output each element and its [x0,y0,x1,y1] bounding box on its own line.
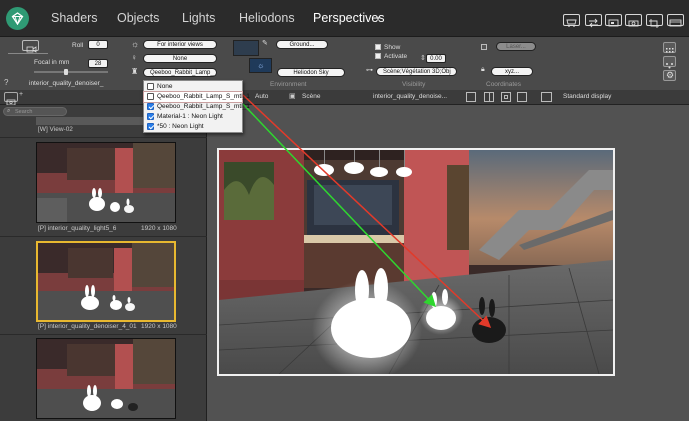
menu-item-checkbox[interactable] [147,93,154,100]
menu-item-label: Material-1 : Neon Light [157,113,223,120]
menu-item-checkbox[interactable] [147,83,154,90]
menu-item-neon-light-50[interactable]: *50 : Neon Light [144,122,242,132]
menu-item-none[interactable]: None [144,82,242,92]
menu-item-checkbox-checked[interactable] [147,103,154,110]
menu-item-checkbox-checked[interactable] [147,113,154,120]
menu-item-label: Qeeboo_Rabbit_Lamp_S_mtl_1 [157,93,250,100]
menu-item-checkbox-checked[interactable] [147,123,154,130]
annotation-arrows [242,94,492,329]
menu-item-rabbit-lamp-2[interactable]: Qeeboo_Rabbit_Lamp_S_mtl_1 [144,102,250,112]
menu-item-neon-light-1[interactable]: Material-1 : Neon Light [144,112,242,122]
menu-item-label: *50 : Neon Light [157,123,204,130]
menu-item-rabbit-lamp-1[interactable]: Qeeboo_Rabbit_Lamp_S_mtl_1 [143,91,250,103]
red-arrow [242,94,492,329]
green-arrow [242,103,437,308]
light-object-menu: None Qeeboo_Rabbit_Lamp_S_mtl_1 Qeeboo_R… [143,80,250,133]
menu-item-label: None [157,83,173,90]
menu-item-label: Qeeboo_Rabbit_Lamp_S_mtl_1 [157,103,250,110]
